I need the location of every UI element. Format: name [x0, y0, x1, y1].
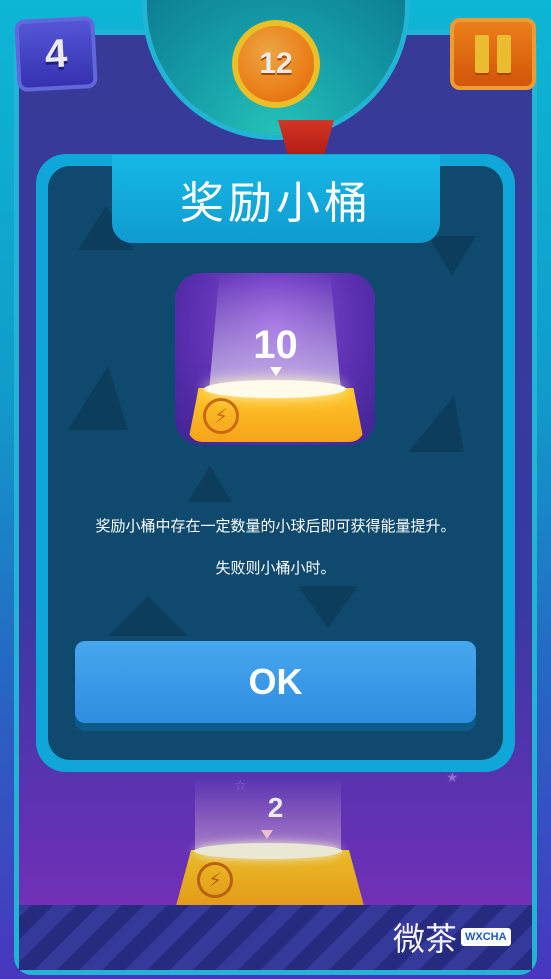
ok-button-label: OK: [248, 661, 303, 702]
bg-triangle: [408, 396, 464, 452]
bg-triangle: [108, 596, 188, 636]
watermark: 微茶 WXCHA: [393, 915, 533, 959]
bg-triangle: [188, 466, 232, 502]
bg-triangle: [68, 366, 128, 430]
arrow-down-icon: [270, 367, 282, 376]
dialog-note: 失败则小桶小时。: [215, 559, 336, 577]
watermark-badge: WXCHA: [461, 928, 511, 946]
dialog-description: 奖励小桶中存在一定数量的小球后即可获得能量提升。: [95, 517, 456, 535]
lightning-icon: ⚡: [203, 398, 239, 434]
bg-triangle: [298, 586, 358, 628]
bg-triangle: [428, 236, 476, 276]
dialog-title: 奖励小桶: [112, 155, 440, 243]
reward-bucket-count: 10: [253, 323, 298, 367]
watermark-text: 微茶: [393, 920, 458, 958]
reward-bucket-rim: [204, 380, 346, 398]
ok-button[interactable]: OK: [75, 641, 476, 723]
game-screen: 12 4 2 ⚡ ☆ ★ 奖励小桶 10 ⚡ 奖励小桶中存在一定数量的小球后即可…: [0, 0, 551, 979]
